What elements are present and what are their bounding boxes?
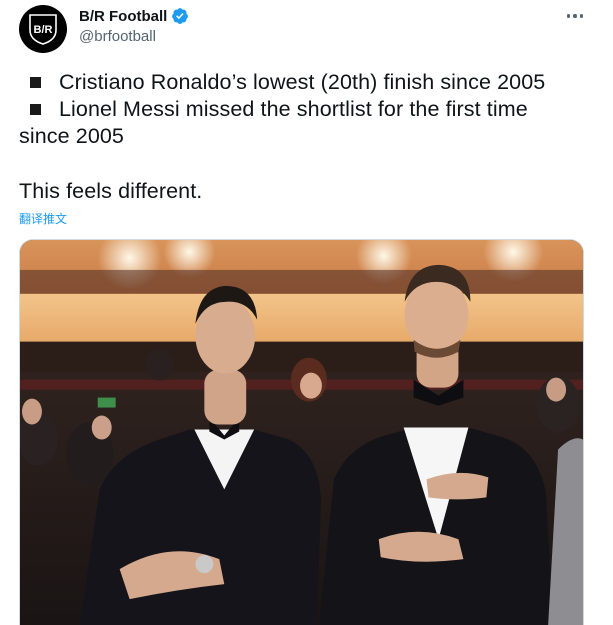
avatar-logo-text: B/R [34,24,53,36]
more-dot [579,14,584,18]
photo-image [20,240,583,625]
more-options-button[interactable] [563,6,587,26]
black-square-bullet-icon [30,103,41,115]
tweet: B/R B/R Football @brfootball Cristiano R… [0,0,613,625]
avatar[interactable]: B/R [19,5,67,53]
tweet-line-4: This feels different. [19,179,203,203]
more-horizontal-icon [566,14,571,18]
tweet-line-1-text: Cristiano Ronaldo’s lowest (20th) finish… [59,70,546,94]
display-name[interactable]: B/R Football [79,8,167,25]
br-logo-icon: B/R [29,14,57,45]
translate-tweet-link[interactable]: 翻译推文 [19,210,67,227]
black-square-bullet-icon [30,76,41,88]
tweet-line-1: Cristiano Ronaldo’s lowest (20th) finish… [19,69,599,96]
tweet-line-3: since 2005 [19,124,124,148]
tweet-text: Cristiano Ronaldo’s lowest (20th) finish… [19,69,599,205]
name-row: B/R Football [79,6,189,26]
verified-badge-icon [172,8,189,24]
tweet-line-2: Lionel Messi missed the shortlist for th… [19,96,599,123]
handle[interactable]: @brfootball [79,28,189,45]
tweet-line-2-text: Lionel Messi missed the shortlist for th… [59,97,528,121]
tweet-header: B/R Football @brfootball [79,6,189,45]
tweet-photo[interactable] [19,239,584,625]
more-dot [573,14,577,18]
